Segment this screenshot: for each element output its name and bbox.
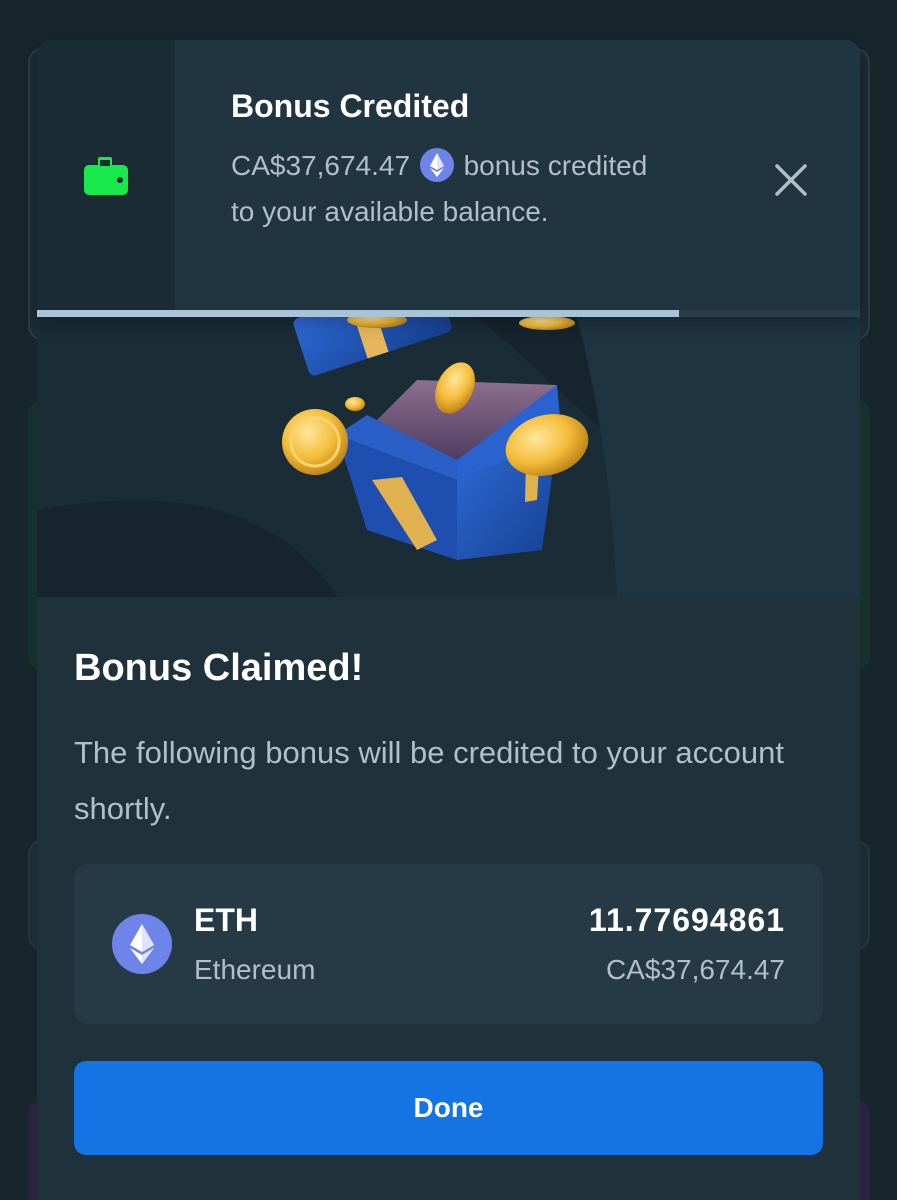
modal-description: The following bonus will be credited to … [74, 735, 784, 826]
toast-icon-panel [37, 40, 175, 310]
coin-amount: 11.77694861 [588, 902, 785, 938]
toast-progress-fill [37, 310, 679, 317]
ethereum-icon [112, 914, 172, 974]
toast-title: Bonus Credited [231, 88, 470, 124]
coin-symbol: ETH [194, 902, 258, 938]
done-button[interactable]: Done [74, 1061, 823, 1155]
modal-title: Bonus Claimed! [74, 647, 364, 689]
toast-message: CA$37,674.47 bonus credited to your avai… [231, 143, 651, 235]
wallet-icon [84, 157, 128, 195]
toast-progress-bar [37, 310, 860, 317]
coin-fiat-value: CA$37,674.47 [605, 954, 785, 985]
coin-name: Ethereum [194, 954, 316, 985]
toast-message-suffix: bonus [463, 150, 540, 181]
ethereum-icon [419, 148, 454, 182]
bonus-credited-toast: Bonus Credited CA$37,674.47 bonus credit… [37, 40, 860, 317]
close-icon[interactable] [773, 162, 809, 198]
toast-amount: CA$37,674.47 [231, 150, 411, 181]
bonus-coin-card: ETH Ethereum 11.77694861 CA$37,674.47 [74, 864, 823, 1024]
